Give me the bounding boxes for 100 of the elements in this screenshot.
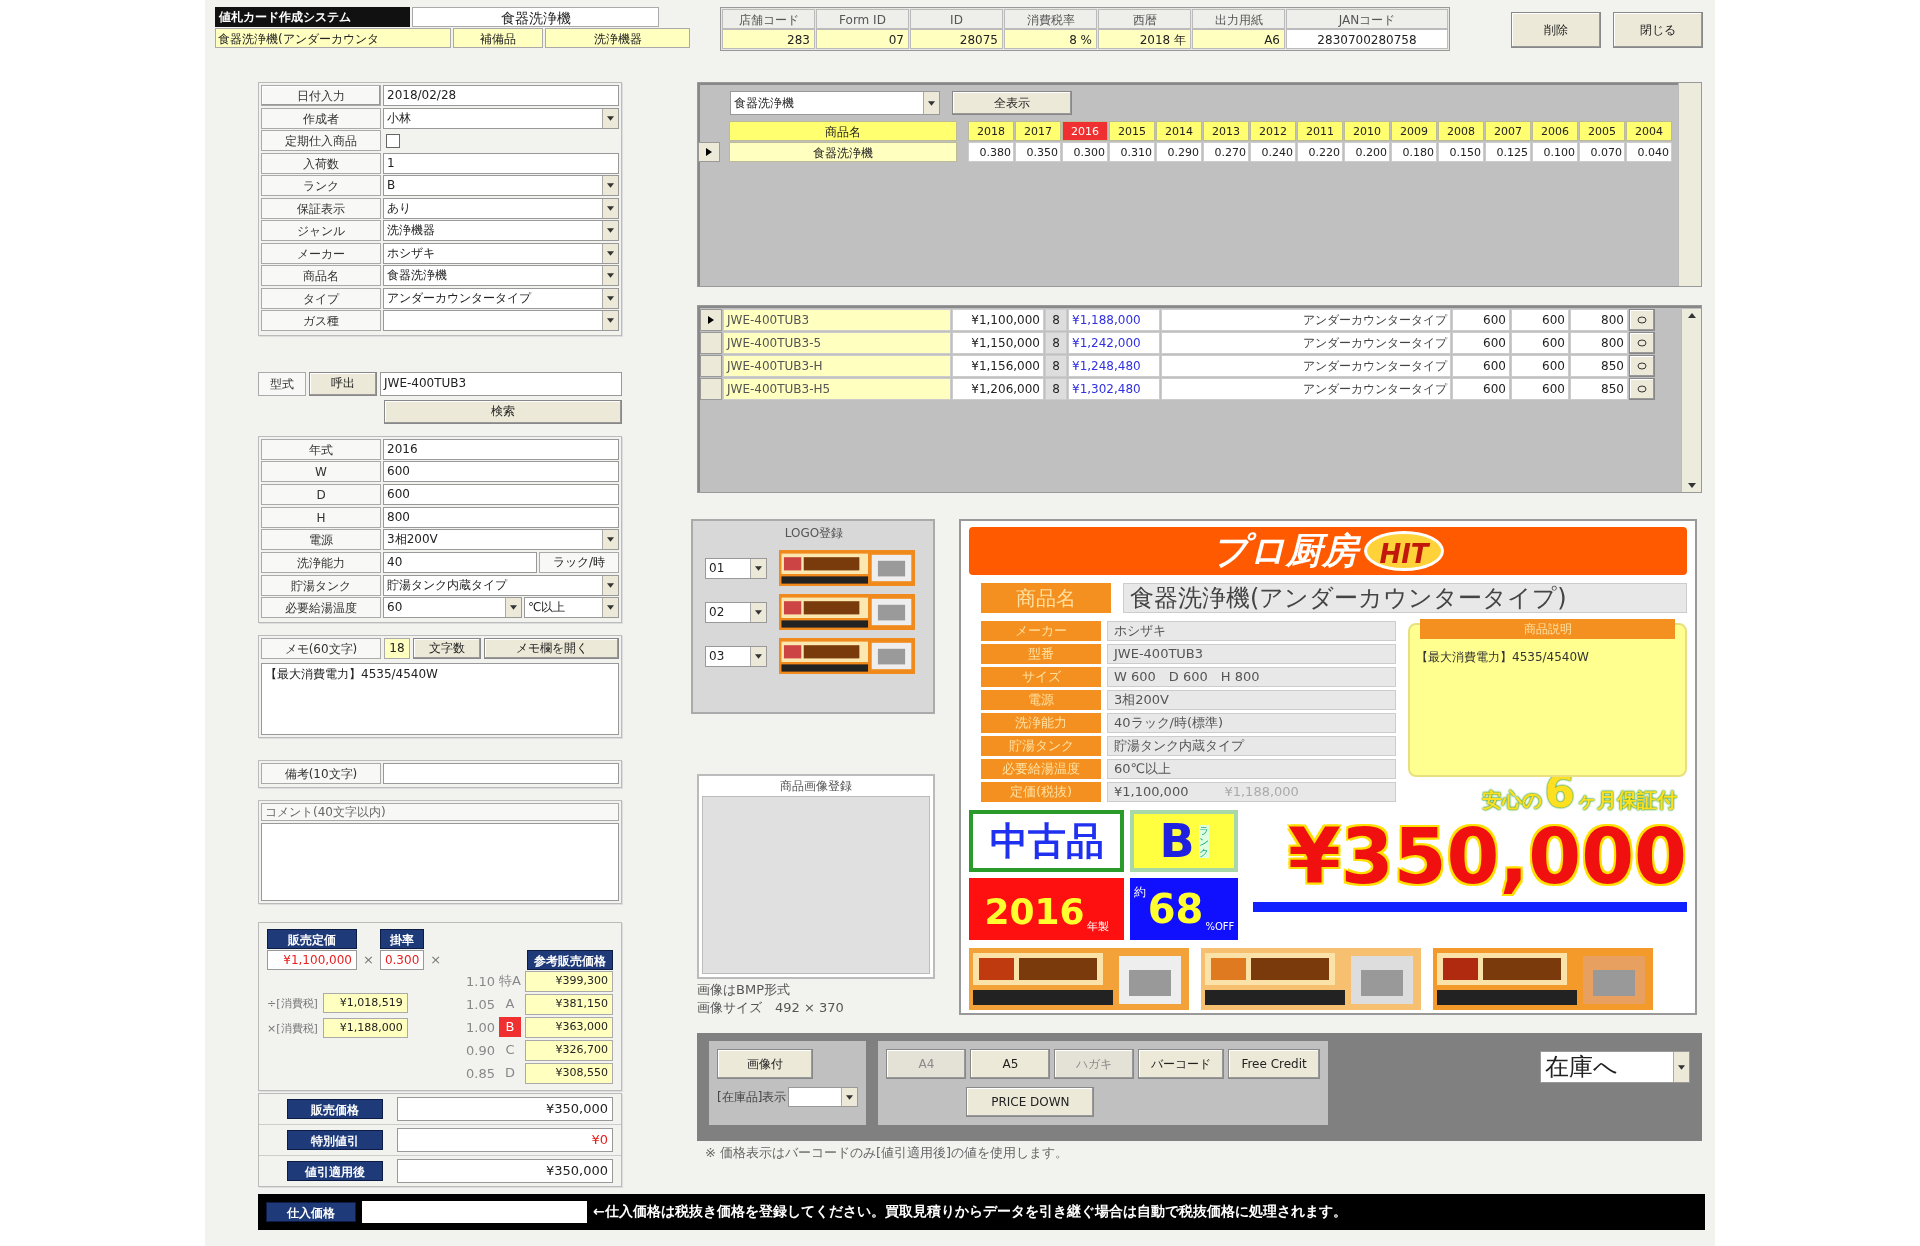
scrollbar[interactable] <box>1678 83 1701 286</box>
dropdown[interactable]: あり <box>383 197 619 219</box>
dropdown[interactable]: アンダーカウンタータイプ <box>383 287 619 309</box>
purchase-price-field[interactable] <box>362 1201 587 1223</box>
year-header[interactable]: 2018 <box>968 121 1014 141</box>
dropdown[interactable]: 小林 <box>383 107 619 129</box>
list-price-field[interactable]: ¥1,100,000 <box>267 950 357 970</box>
dropdown-button[interactable] <box>750 602 766 622</box>
dropdown-button[interactable] <box>602 530 618 550</box>
open-memo-button[interactable]: メモ欄を開く <box>484 638 619 659</box>
row-button[interactable] <box>1629 355 1655 377</box>
dropdown-button[interactable] <box>923 92 939 114</box>
memo-field[interactable]: 【最大消費電力】4535/4540W <box>261 662 619 735</box>
dropdown[interactable]: ホシザキ <box>383 242 619 264</box>
table-cell: 0.290 <box>1156 142 1202 162</box>
table-cell: ¥1,248,480 <box>1068 355 1160 377</box>
dropdown-button[interactable] <box>602 198 618 218</box>
year-header[interactable]: 2016 <box>1062 121 1108 141</box>
category-dropdown[interactable]: 食器洗浄機 <box>730 91 940 115</box>
dropdown[interactable]: 3相200V <box>383 529 619 551</box>
caret-icon <box>607 605 614 611</box>
table-cell: JWE-400TUB3 <box>723 309 951 331</box>
model-field[interactable]: JWE-400TUB3 <box>380 371 622 396</box>
dropdown-button[interactable] <box>505 598 521 618</box>
year-header[interactable]: 2008 <box>1438 121 1484 141</box>
input-field[interactable]: 40 <box>383 551 537 573</box>
dropdown-button[interactable] <box>602 311 618 330</box>
total-field[interactable]: ¥0 <box>397 1128 613 1152</box>
paper-button[interactable]: Free Credit <box>1228 1049 1320 1079</box>
logo-dropdown[interactable]: 01 <box>705 557 767 579</box>
field-label: タイプ <box>261 287 381 309</box>
dropdown-button[interactable] <box>602 221 618 240</box>
table-cell: ¥1,156,000 <box>952 355 1044 377</box>
show-all-button[interactable]: 全表示 <box>952 91 1072 115</box>
note-field[interactable] <box>383 762 619 784</box>
caret-icon <box>755 609 762 615</box>
year-header[interactable]: 2014 <box>1156 121 1202 141</box>
dropdown-button[interactable] <box>602 288 618 308</box>
dropdown[interactable]: 貯湯タンク内蔵タイプ <box>383 574 619 596</box>
dropdown-button[interactable] <box>602 598 618 618</box>
image-toggle-button[interactable]: 画像付 <box>717 1049 813 1079</box>
year-header[interactable]: 2011 <box>1297 121 1343 141</box>
total-field[interactable]: ¥350,000 <box>397 1159 613 1183</box>
total-field[interactable]: ¥350,000 <box>397 1097 613 1121</box>
year-header[interactable]: 2006 <box>1532 121 1578 141</box>
character-count: 18 <box>384 638 410 659</box>
dropdown-button[interactable] <box>1673 1052 1689 1082</box>
year-header[interactable]: 2009 <box>1391 121 1437 141</box>
dropdown[interactable]: ℃以上 <box>524 597 619 619</box>
logo-dropdown[interactable]: 02 <box>705 601 767 623</box>
date-input-button[interactable]: 日付入力 <box>261 85 381 106</box>
dropdown-button[interactable] <box>602 108 618 128</box>
paper-button[interactable]: バーコード <box>1138 1049 1225 1079</box>
dropdown-button[interactable] <box>602 575 618 595</box>
row-button[interactable] <box>1629 378 1655 400</box>
input-field[interactable]: 600 <box>383 461 619 483</box>
dropdown[interactable]: 食器洗浄機 <box>383 265 619 286</box>
dropdown-button[interactable] <box>841 1088 858 1106</box>
year-header[interactable]: 2005 <box>1579 121 1625 141</box>
dropdown-button[interactable] <box>602 243 618 263</box>
dropdown-button[interactable] <box>602 176 618 195</box>
year-header[interactable]: 2013 <box>1203 121 1249 141</box>
comment-field[interactable] <box>261 823 619 901</box>
input-field[interactable]: 2016 <box>383 438 619 460</box>
input-field[interactable]: 2018/02/28 <box>383 85 619 106</box>
logo-dropdown[interactable]: 03 <box>705 645 767 667</box>
dropdown-button[interactable] <box>750 558 766 578</box>
year-header[interactable]: 2007 <box>1485 121 1531 141</box>
year-header[interactable]: 2010 <box>1344 121 1390 141</box>
search-button[interactable]: 検索 <box>384 399 622 424</box>
checkbox[interactable] <box>386 133 400 148</box>
call-button[interactable]: 呼出 <box>309 371 377 396</box>
dropdown[interactable]: 60 <box>383 597 522 619</box>
dropdown[interactable]: B <box>383 175 619 196</box>
header-button[interactable]: 削除 <box>1511 12 1601 48</box>
year-header[interactable]: 2017 <box>1015 121 1061 141</box>
app-title: 値札カード作成システム <box>215 7 410 27</box>
dropdown-button[interactable] <box>602 266 618 285</box>
stock-select[interactable]: 在庫へ <box>1540 1051 1690 1083</box>
dropdown-button[interactable] <box>750 646 766 666</box>
dropdown[interactable]: 洗浄機器 <box>383 220 619 241</box>
scrollbar[interactable] <box>1681 309 1701 492</box>
table-cell: ¥1,242,000 <box>1068 332 1160 354</box>
price-down-button[interactable]: PRICE DOWN <box>966 1087 1095 1117</box>
year-header[interactable]: 2012 <box>1250 121 1296 141</box>
header-button[interactable]: 閉じる <box>1613 12 1703 48</box>
rate-field[interactable]: 0.300 <box>379 950 425 970</box>
row-button[interactable] <box>1629 309 1655 331</box>
input-field[interactable]: 800 <box>383 506 619 528</box>
input-field[interactable]: 1 <box>383 152 619 174</box>
record-selector[interactable] <box>698 142 720 162</box>
column-header: 店舗コード <box>722 9 815 29</box>
row-button[interactable] <box>1629 332 1655 354</box>
record-selector[interactable] <box>700 309 722 331</box>
year-header[interactable]: 2004 <box>1626 121 1672 141</box>
input-field[interactable]: 600 <box>383 483 619 505</box>
count-button[interactable]: 文字数 <box>413 638 481 659</box>
year-header[interactable]: 2015 <box>1109 121 1155 141</box>
paper-button[interactable]: A5 <box>970 1049 1051 1079</box>
rank-label: C <box>504 1041 516 1059</box>
